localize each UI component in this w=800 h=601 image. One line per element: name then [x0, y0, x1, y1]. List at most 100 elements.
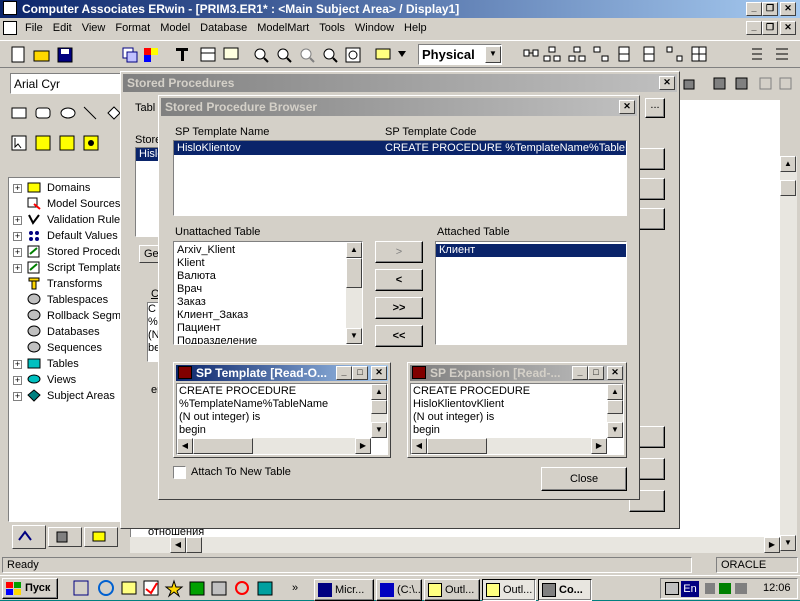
list-icon[interactable] [752, 48, 762, 60]
expand-icon[interactable]: + [13, 264, 22, 273]
menu-modelmart[interactable]: ModelMart [252, 19, 314, 37]
unattached-scrollbar[interactable]: ▲ ▼ [346, 242, 362, 344]
new-icon[interactable] [11, 46, 25, 63]
view-mode-select[interactable]: Physical ▼ [418, 44, 502, 65]
tool-a-icon[interactable] [759, 77, 772, 90]
template-vscroll[interactable]: ▲ ▼ [371, 384, 387, 438]
template-hscroll[interactable]: ◀ ▶ [177, 438, 371, 454]
scroll-thumb[interactable] [371, 400, 387, 414]
unattached-item[interactable]: Пациент [174, 322, 362, 335]
model-explorer-tree[interactable]: + Domains Model Sources + Validation Rules… [8, 177, 126, 522]
view-tool-icon[interactable] [83, 135, 99, 151]
unattached-item[interactable]: Подразделение [174, 335, 362, 344]
diagram-hscroll[interactable]: ◀ ▶ [130, 537, 780, 553]
zoom-all-icon[interactable] [323, 48, 338, 63]
sp-browser-title-bar[interactable]: Stored Procedure Browser ✕ [161, 98, 637, 116]
attached-item[interactable]: Клиент [436, 244, 626, 257]
detach-all-button[interactable]: << [375, 325, 423, 347]
tree-item-domains[interactable]: + Domains [9, 180, 125, 196]
ellipse-tool-icon[interactable] [60, 107, 76, 119]
sp-template-title-bar[interactable]: SP Template [Read-O... _ □ ✕ [176, 365, 388, 381]
scroll-down-icon[interactable]: ▼ [371, 422, 387, 438]
star-icon[interactable] [164, 579, 184, 598]
tree-layout-icon[interactable] [543, 46, 561, 62]
menu-tools[interactable]: Tools [314, 19, 350, 37]
zoom-out-icon[interactable] [254, 48, 269, 63]
save-icon[interactable] [57, 47, 73, 63]
task-explorer[interactable]: (C:\... [376, 579, 422, 601]
stored-procedures-title-bar[interactable]: Stored Procedures ✕ [123, 74, 677, 92]
scroll-right-icon[interactable]: ▶ [591, 438, 607, 454]
quicklaunch-a-icon[interactable] [73, 580, 89, 596]
lock-icon[interactable] [683, 79, 695, 90]
network-icon[interactable] [666, 46, 683, 62]
stored-proc-list[interactable]: Hislo [135, 147, 159, 237]
close-button[interactable]: ✕ [371, 366, 387, 380]
outlook-icon[interactable] [121, 581, 137, 595]
scroll-thumb[interactable] [780, 180, 796, 196]
tab-model-explorer[interactable] [12, 525, 46, 549]
tree-item-views[interactable]: + Views [9, 372, 125, 388]
unattached-item[interactable]: Клиент_Заказ [174, 309, 362, 322]
scroll-up-icon[interactable]: ▲ [371, 384, 387, 400]
task-word[interactable]: Micr... [314, 579, 374, 601]
note-icon[interactable] [223, 47, 239, 60]
minimize-button[interactable]: _ [336, 366, 352, 380]
tree-item-model-sources[interactable]: Model Sources [9, 196, 125, 212]
scroll-left-icon[interactable]: ◀ [411, 438, 427, 454]
sp-template-text[interactable]: CREATE PROCEDURE %TemplateName%TableName… [176, 383, 388, 455]
line-tool-icon[interactable] [83, 106, 97, 120]
stored-procedures-close-button[interactable]: ✕ [659, 76, 675, 90]
maximize-button[interactable]: □ [588, 366, 604, 380]
tab-subject-explorer[interactable] [48, 527, 82, 547]
detail-icon[interactable] [776, 48, 788, 60]
download-icon[interactable] [398, 51, 406, 57]
task-erwin[interactable]: Co... [538, 579, 592, 601]
expand-icon[interactable]: + [13, 376, 22, 385]
display-icon[interactable] [375, 48, 391, 60]
doc-minimize-button[interactable]: _ [746, 21, 762, 35]
scroll-left-icon[interactable]: ◀ [177, 438, 193, 454]
tool2-icon[interactable] [211, 581, 227, 596]
hierarchy-icon[interactable] [568, 46, 586, 62]
chevron-down-icon[interactable]: ▼ [485, 46, 501, 63]
target-icon[interactable] [235, 581, 249, 595]
tree-item-default-values[interactable]: + Default Values [9, 228, 125, 244]
start-button[interactable]: Пуск [2, 578, 58, 599]
scroll-down-icon[interactable]: ▼ [346, 328, 362, 344]
cursor-tool-icon[interactable] [11, 135, 27, 151]
tree-item-databases[interactable]: Databases [9, 324, 125, 340]
open-icon[interactable] [33, 50, 50, 62]
menu-format[interactable]: Format [110, 19, 155, 37]
checkbox-box[interactable] [173, 466, 186, 479]
split-icon[interactable] [643, 46, 655, 62]
tree-item-script-templates[interactable]: + Script Templates [9, 260, 125, 276]
app-title-bar[interactable]: Computer Associates ERwin - [PRIM3.ER1* … [0, 0, 800, 18]
tab-display-explorer[interactable] [84, 527, 118, 547]
menu-database[interactable]: Database [195, 19, 252, 37]
unattached-item[interactable]: Arxiv_Klient [174, 244, 362, 257]
attached-table-list[interactable]: Клиент [435, 241, 627, 345]
tree-item-sequences[interactable]: Sequences [9, 340, 125, 356]
unattached-item[interactable]: Врач [174, 283, 362, 296]
unattached-table-list[interactable]: Arxiv_Klient Klient Валюта Врач Заказ Кл… [173, 241, 363, 345]
tray-b-icon[interactable] [735, 583, 747, 594]
task-outlook-1[interactable]: Outl... [424, 579, 480, 601]
expand-icon[interactable]: + [13, 232, 22, 241]
entity-tool-icon[interactable] [35, 135, 51, 151]
tree-item-rollback-segments[interactable]: Rollback Segments [9, 308, 125, 324]
unattached-item[interactable]: Валюта [174, 270, 362, 283]
attach-button[interactable]: > [375, 241, 423, 263]
rounded-rect-tool-icon[interactable] [35, 107, 51, 119]
scroll-thumb-h[interactable] [186, 537, 202, 553]
menu-help[interactable]: Help [399, 19, 432, 37]
chevron-right-icon[interactable]: » [292, 582, 298, 594]
menu-edit[interactable]: Edit [48, 19, 77, 37]
scroll-right-icon[interactable]: ▶ [355, 438, 371, 454]
zoom-fit-icon[interactable] [300, 48, 315, 63]
attach-all-button[interactable]: >> [375, 297, 423, 319]
tree-item-transforms[interactable]: Transforms [9, 276, 125, 292]
unattached-item[interactable]: Заказ [174, 296, 362, 309]
scroll-thumb[interactable] [346, 258, 362, 288]
scroll-down-icon[interactable]: ▼ [780, 535, 796, 551]
